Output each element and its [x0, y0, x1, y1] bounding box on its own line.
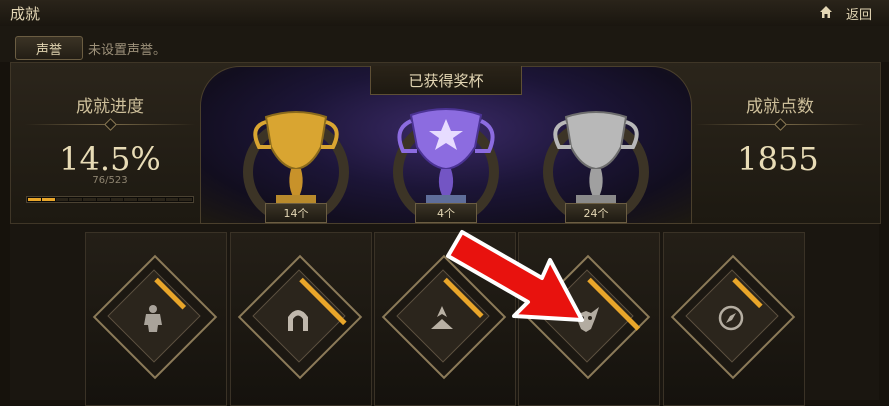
gold-trophy-icon [253, 111, 339, 205]
progress-segment [69, 198, 82, 201]
progress-segment [179, 198, 192, 201]
home-icon[interactable] [818, 4, 834, 20]
category-card-5[interactable] [663, 232, 805, 406]
body-icon [144, 305, 162, 332]
progress-segment [124, 198, 137, 201]
purple-trophy-icon [397, 108, 495, 205]
reputation-status: 未设置声誉。 [88, 43, 167, 58]
annotation-arrow-icon [446, 230, 584, 322]
progress-segment [41, 198, 55, 201]
progress-percent: 14.5% [59, 140, 161, 178]
reputation-button[interactable]: 声誉 [15, 36, 83, 60]
compass-icon [718, 305, 744, 331]
points-value: 1855 [737, 140, 819, 178]
progress-segment [151, 198, 165, 201]
gold-trophy-count: 14个 [265, 203, 327, 223]
progress-segment [55, 198, 69, 201]
category-card-2[interactable] [230, 232, 372, 406]
points-title: 成就点数 [746, 97, 814, 117]
progress-segment [96, 198, 110, 201]
progress-segment [83, 198, 96, 201]
progress-segment [28, 198, 41, 201]
window-title: 成就 [10, 5, 41, 23]
progress-bar [26, 196, 194, 203]
gate-icon [288, 310, 308, 331]
trophies-title: 已获得奖杯 [370, 66, 522, 95]
back-button[interactable]: 返回 [846, 4, 872, 23]
title-bar: 成就 返回 [0, 0, 889, 27]
progress-count: 76/523 [92, 175, 128, 186]
silver-trophy-icon [553, 111, 639, 205]
progress-segment [165, 198, 179, 201]
category-card-1[interactable] [85, 232, 227, 406]
progress-title: 成就进度 [76, 97, 144, 117]
progress-segment [110, 198, 124, 201]
progress-segment [138, 198, 151, 201]
